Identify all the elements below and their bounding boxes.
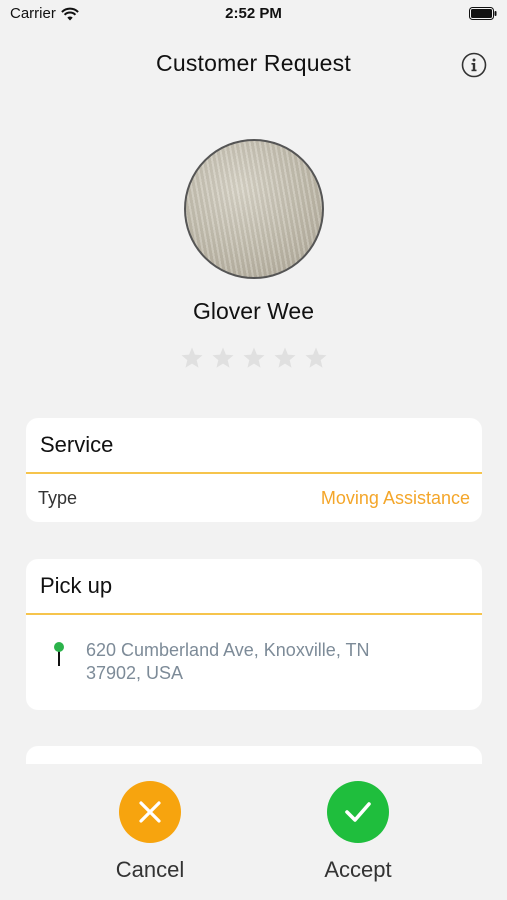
service-card: Service Type Moving Assistance — [26, 418, 482, 522]
action-bar: Cancel Accept — [0, 764, 507, 900]
checkmark-icon — [345, 802, 371, 822]
cancel-button[interactable]: Cancel — [90, 781, 210, 883]
accept-button[interactable]: Accept — [298, 781, 418, 883]
star-icon — [243, 347, 264, 368]
rating-stars — [0, 346, 507, 370]
star-icon — [274, 347, 295, 368]
cancel-circle[interactable] — [119, 781, 181, 843]
accept-circle[interactable] — [327, 781, 389, 843]
status-bar: Carrier 2:52 PM — [0, 0, 507, 28]
cancel-label: Cancel — [115, 857, 185, 882]
clock: 2:52 PM — [225, 5, 282, 22]
pickup-address-row: 620 Cumberland Ave, Knoxville, TN 37902,… — [26, 615, 482, 685]
star-icon — [305, 347, 326, 368]
star-icon — [212, 347, 233, 368]
accept-label: Accept — [324, 857, 392, 882]
pickup-card: Pick up 620 Cumberland Ave, Knoxville, T… — [26, 559, 482, 710]
battery-icon — [469, 7, 497, 20]
star-icon — [181, 347, 202, 368]
customer-avatar — [184, 139, 324, 279]
service-card-title: Service — [26, 418, 482, 474]
dropoff-card — [26, 746, 482, 764]
service-type-label: Type — [38, 487, 78, 508]
pickup-address: 620 Cumberland Ave, Knoxville, TN 37902,… — [86, 640, 370, 683]
service-type-row: Type Moving Assistance — [26, 474, 482, 522]
map-pin-icon — [54, 642, 64, 666]
pickup-card-title: Pick up — [26, 559, 482, 615]
close-icon — [139, 801, 161, 823]
customer-name: Glover Wee — [192, 298, 314, 324]
info-icon[interactable] — [461, 52, 487, 78]
page-title: Customer Request — [156, 50, 351, 76]
service-type-value: Moving Assistance — [320, 487, 470, 508]
